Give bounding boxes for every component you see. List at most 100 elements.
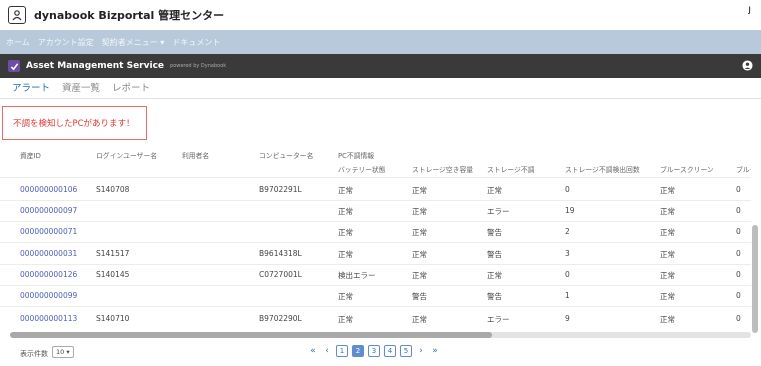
first-page-button[interactable]: «: [308, 346, 318, 356]
alert-message: 不調を検知したPCがあります！: [13, 119, 135, 129]
storage-free-status: 正常: [412, 271, 427, 280]
alert-banner: 不調を検知したPCがあります！: [2, 106, 147, 140]
login-user: S140710: [96, 314, 130, 323]
tab-reports[interactable]: レポート: [112, 80, 150, 99]
bluescreen-status: 正常: [660, 207, 675, 216]
computer-name: B9702290L: [259, 314, 302, 323]
bluescreen-status: 正常: [660, 186, 675, 195]
page-button[interactable]: 1: [336, 345, 348, 357]
computer-name: B9702291L: [259, 185, 302, 194]
bluescreen-count: 0: [736, 314, 741, 323]
header-divider: [0, 177, 751, 178]
app-title: dynabook Bizportal 管理センター: [34, 9, 225, 22]
header-computer-name[interactable]: コンピューター名: [259, 150, 313, 160]
header-user-name[interactable]: 利用者名: [182, 150, 209, 160]
header-storage-fault-count[interactable]: ストレージ不調検出回数: [565, 164, 640, 174]
row-divider: [0, 306, 751, 307]
row-divider: [0, 285, 751, 286]
storage-fault-status: 警告: [487, 228, 502, 237]
table-row[interactable]: 000000000113 S140710 B9702290L 正常 正常 エラー…: [0, 314, 751, 327]
storage-fault-status: 警告: [487, 292, 502, 301]
storage-fault-status: エラー: [487, 207, 510, 216]
login-user: S140145: [96, 270, 130, 279]
table-row[interactable]: 000000000099 正常 警告 警告 1 正常 0: [0, 291, 751, 304]
app-bar: Asset Management Service powered by Dyna…: [0, 54, 761, 78]
checkmark-icon: [8, 60, 20, 72]
last-page-button[interactable]: »: [430, 346, 440, 356]
battery-status: 正常: [338, 186, 353, 195]
asset-id-link[interactable]: 000000000126: [20, 270, 77, 279]
storage-fault-count: 3: [565, 249, 570, 258]
storage-fault-count: 2: [565, 227, 570, 236]
bluescreen-count: 0: [736, 291, 741, 300]
header-bluescreen[interactable]: ブルースクリーン: [660, 164, 714, 174]
table-subheader-row: バッテリー状態 ストレージ空き容量 ストレージ不調 ストレージ不調検出回数 ブル…: [0, 164, 751, 177]
menu-item-account-settings[interactable]: アカウント設定: [38, 37, 94, 48]
bluescreen-status: 正常: [660, 228, 675, 237]
user-badge-icon: [8, 6, 26, 24]
table-row[interactable]: 000000000106 S140708 B9702291L 正常 正常 正常 …: [0, 185, 751, 198]
asset-id-link[interactable]: 000000000099: [20, 291, 77, 300]
asset-id-link[interactable]: 000000000106: [20, 185, 77, 194]
storage-free-status: 正常: [412, 228, 427, 237]
asset-id-link[interactable]: 000000000097: [20, 206, 77, 215]
table-header-row: 資産ID ログインユーザー名 利用者名 コンピューター名 PC不調情報: [0, 150, 751, 163]
next-page-button[interactable]: ›: [416, 346, 426, 356]
bluescreen-count: 0: [736, 270, 741, 279]
bluescreen-count: 0: [736, 206, 741, 215]
vertical-scrollbar-thumb[interactable]: [752, 225, 758, 333]
storage-free-status: 正常: [412, 315, 427, 324]
row-divider: [0, 221, 751, 222]
powered-by: powered by Dynabook: [170, 63, 227, 69]
battery-status: 正常: [338, 228, 353, 237]
table-row[interactable]: 000000000031 S141517 B9614318L 正常 正常 警告 …: [0, 249, 751, 262]
storage-fault-count: 19: [565, 206, 575, 215]
menu-item-home[interactable]: ホーム: [6, 37, 30, 48]
header-storage-free[interactable]: ストレージ空き容量: [412, 164, 473, 174]
service-name: Asset Management Service: [26, 61, 165, 71]
header-login-user[interactable]: ログインユーザー名: [96, 150, 157, 160]
table-row[interactable]: 000000000071 正常 正常 警告 2 正常 0: [0, 227, 751, 240]
page-button-current[interactable]: 2: [352, 345, 364, 357]
page-button[interactable]: 5: [400, 345, 412, 357]
tab-divider: [0, 98, 761, 99]
header-bluescreen-count[interactable]: ブルース: [736, 164, 751, 174]
row-divider: [0, 200, 751, 201]
page-size-label: 表示件数: [20, 350, 48, 358]
header-pc-issue-info: PC不調情報: [338, 152, 375, 160]
storage-free-status: 警告: [412, 292, 427, 301]
corner-mark: ȷ: [748, 4, 751, 15]
view-tabs: アラート 資産一覧 レポート: [12, 80, 150, 99]
storage-fault-count: 0: [565, 185, 570, 194]
table-row[interactable]: 000000000126 S140145 C0727001L 検出エラー 正常 …: [0, 270, 751, 283]
menu-item-documents[interactable]: ドキュメント: [172, 37, 220, 48]
bluescreen-count: 0: [736, 249, 741, 258]
page-size-select[interactable]: 10 ▾: [52, 346, 74, 358]
battery-status: 正常: [338, 315, 353, 324]
battery-status: 検出エラー: [338, 271, 376, 280]
table-row[interactable]: 000000000097 正常 正常 エラー 19 正常 0: [0, 206, 751, 219]
login-user: S140708: [96, 185, 130, 194]
header-asset-id[interactable]: 資産ID: [20, 150, 41, 160]
tab-alerts[interactable]: アラート: [12, 80, 51, 99]
header-storage-fault[interactable]: ストレージ不調: [487, 164, 534, 174]
page-button[interactable]: 4: [384, 345, 396, 357]
account-icon[interactable]: [742, 60, 753, 71]
prev-page-button[interactable]: ‹: [322, 346, 332, 356]
header-battery[interactable]: バッテリー状態: [338, 164, 386, 174]
storage-fault-count: 0: [565, 270, 570, 279]
horizontal-scrollbar-thumb[interactable]: [10, 332, 492, 338]
bluescreen-status: 正常: [660, 315, 675, 324]
tab-asset-list[interactable]: 資産一覧: [62, 80, 100, 99]
pagination: « ‹ 1 2 3 4 5 › »: [308, 345, 440, 357]
bluescreen-status: 正常: [660, 292, 675, 301]
page-button[interactable]: 3: [368, 345, 380, 357]
bluescreen-status: 正常: [660, 250, 675, 259]
asset-id-link[interactable]: 000000000113: [20, 314, 77, 323]
storage-fault-count: 9: [565, 314, 570, 323]
asset-id-link[interactable]: 000000000071: [20, 227, 77, 236]
battery-status: 正常: [338, 250, 353, 259]
menu-item-contractor-menu[interactable]: 契約者メニュー ▾: [102, 37, 165, 48]
asset-id-link[interactable]: 000000000031: [20, 249, 77, 258]
bluescreen-status: 正常: [660, 271, 675, 280]
